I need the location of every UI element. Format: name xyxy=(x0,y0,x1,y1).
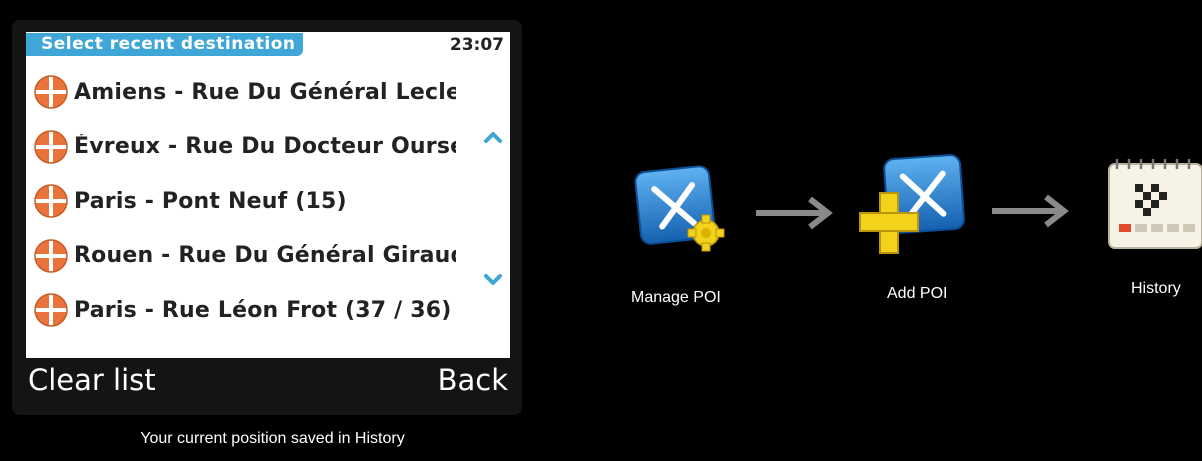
history-label: History xyxy=(1131,280,1181,297)
status-caption: Your current position saved in History xyxy=(140,430,405,447)
destination-pin-icon xyxy=(34,184,68,218)
destination-pin-icon xyxy=(34,293,68,327)
destination-item[interactable]: Amiens - Rue Du Général Lecle xyxy=(26,65,456,120)
destination-label: Amiens - Rue Du Général Lecle xyxy=(74,79,456,105)
scroll-down-icon[interactable] xyxy=(482,272,504,288)
add-poi-label: Add POI xyxy=(887,285,948,302)
destination-pin-icon xyxy=(34,130,68,164)
destination-item[interactable]: Paris - Pont Neuf (15) xyxy=(26,174,456,229)
destination-list: Amiens - Rue Du Général Lecle Évreux - R… xyxy=(26,65,456,338)
destination-label: Paris - Pont Neuf (15) xyxy=(74,188,347,214)
scroll-up-icon[interactable] xyxy=(482,129,504,145)
destination-item[interactable]: Rouen - Rue Du Général Giraud xyxy=(26,229,456,284)
add-poi-icon[interactable] xyxy=(858,153,968,263)
navigation-device: Select recent destination 23:07 Amiens -… xyxy=(12,20,522,415)
back-button[interactable]: Back xyxy=(438,363,508,397)
destination-item[interactable]: Évreux - Rue Du Docteur Oursel xyxy=(26,120,456,175)
manage-poi-icon[interactable] xyxy=(632,163,732,258)
clear-list-button[interactable]: Clear list xyxy=(28,363,156,397)
destination-item[interactable]: Paris - Rue Léon Frot (37 / 36) xyxy=(26,283,456,338)
manage-poi-label: Manage POI xyxy=(631,289,721,306)
destination-pin-icon xyxy=(34,239,68,273)
destination-pin-icon xyxy=(34,75,68,109)
destination-label: Rouen - Rue Du Général Giraud xyxy=(74,243,456,269)
clock: 23:07 xyxy=(449,35,504,55)
destination-label: Paris - Rue Léon Frot (37 / 36) xyxy=(74,297,452,323)
destination-label: Évreux - Rue Du Docteur Oursel xyxy=(74,134,456,160)
screen-title: Select recent destination xyxy=(26,33,303,56)
arrow-right-icon xyxy=(756,196,833,230)
arrow-right-icon xyxy=(992,194,1069,228)
history-icon[interactable] xyxy=(1105,156,1202,251)
